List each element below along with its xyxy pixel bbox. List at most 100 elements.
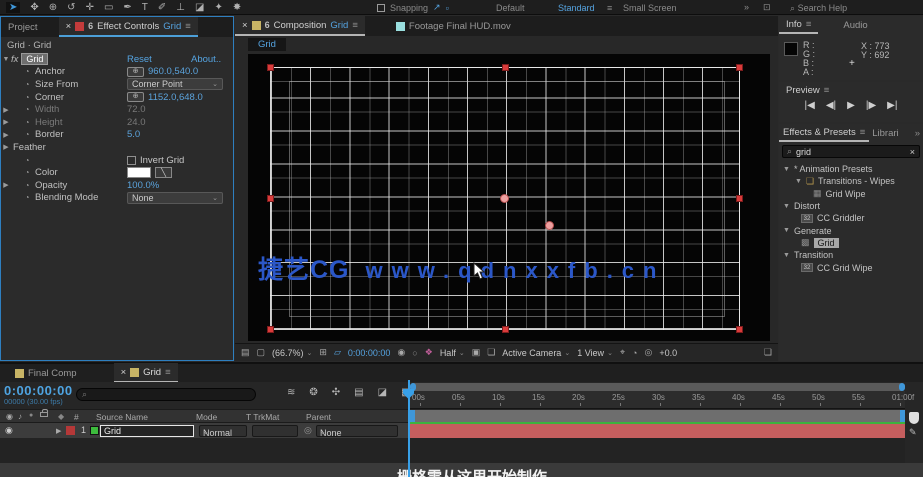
tab-effect-controls[interactable]: × 6 Effect Controls Grid ≡ — [59, 17, 198, 37]
twirl-icon[interactable]: ▶ — [1, 131, 11, 139]
shape-tool-icon[interactable]: ▭ — [104, 2, 113, 13]
tree-folder-transitions-wipes[interactable]: ▼ ❏ Transitions - Wipes — [779, 175, 923, 187]
tree-item-grid[interactable]: ▩ Grid — [779, 237, 923, 249]
clone-stamp-tool-icon[interactable]: ⊥ — [176, 2, 185, 13]
shy-icon[interactable] — [909, 412, 919, 424]
magnification-dropdown[interactable]: (66.7%)⌄ — [272, 348, 312, 358]
close-icon[interactable]: × — [121, 367, 127, 378]
view-camera-dropdown[interactable]: Active Camera⌄ — [502, 348, 570, 358]
reset-exposure-icon[interactable]: ◎ — [644, 347, 652, 358]
border-value[interactable]: 5.0 — [127, 129, 140, 140]
clear-search-icon[interactable]: × — [910, 147, 915, 157]
grid-effect-layer[interactable] — [270, 67, 740, 330]
size-from-dropdown[interactable]: Corner Point⌄ — [127, 78, 223, 90]
layer-twirl-icon[interactable]: ▶ — [56, 427, 61, 435]
layer-handle-tl[interactable] — [267, 64, 274, 71]
timeline-search-field[interactable]: ⌕ — [76, 388, 256, 401]
tab-info[interactable]: Info≡ — [779, 16, 818, 34]
help-search[interactable]: ⌕ Search Help — [790, 3, 847, 14]
panel-menu-icon[interactable]: ≡ — [165, 367, 171, 378]
show-snapshot-icon[interactable]: ○ — [412, 348, 417, 358]
tab-effects-presets[interactable]: Effects & Presets≡ — [779, 124, 869, 142]
layer-label-chip[interactable] — [66, 426, 75, 435]
point-target-icon[interactable]: ⊕ — [127, 92, 144, 102]
tab-preview[interactable]: Preview≡ — [779, 82, 836, 98]
layer-trkmat-dropdown[interactable] — [252, 425, 298, 437]
first-frame-button[interactable]: |◀ — [805, 100, 815, 111]
twirl-icon[interactable]: ▼ — [783, 203, 790, 210]
eraser-icon[interactable]: ◪ — [378, 387, 387, 398]
stopwatch-icon[interactable]: ◔ — [21, 80, 33, 89]
navigator-end-handle[interactable] — [899, 383, 905, 391]
tree-item-cc-grid-wipe[interactable]: 32 CC Grid Wipe — [779, 261, 923, 273]
layer-visibility-icon[interactable]: ◉ — [5, 425, 13, 436]
tab-audio[interactable]: Audio — [836, 16, 874, 34]
trkmat-header[interactable]: T TrkMat — [246, 412, 279, 422]
workspace-default[interactable]: Default — [496, 3, 525, 13]
eraser-tool-icon[interactable]: ◪ — [195, 2, 204, 13]
time-navigator-bar[interactable] — [410, 383, 905, 391]
panel-menu-icon[interactable]: ≡ — [352, 20, 358, 31]
tree-group-animation-presets[interactable]: ▼ * Animation Presets — [779, 163, 923, 175]
fast-previews-icon[interactable]: ◔ — [632, 348, 637, 358]
grid-guides-icon[interactable]: ⊞ — [319, 347, 327, 358]
mask-visibility-icon[interactable]: ▱ — [334, 347, 341, 358]
tab-footage[interactable]: Footage Final HUD.mov — [389, 16, 518, 36]
blending-mode-dropdown[interactable]: None⌄ — [127, 192, 223, 204]
anchor-value[interactable]: 960.0,540.0 — [148, 66, 198, 77]
type-tool-icon[interactable]: T — [142, 2, 148, 13]
twirl-icon[interactable]: ▼ — [783, 227, 790, 234]
region-of-interest-icon[interactable]: ▣ — [472, 347, 481, 358]
about-button[interactable]: About.. — [191, 54, 221, 65]
tree-item-grid-wipe[interactable]: ▦ Grid Wipe — [779, 188, 923, 200]
selection-tool-icon[interactable]: ➤ — [6, 2, 20, 13]
layer-duration-bar[interactable] — [410, 424, 905, 438]
stopwatch-icon[interactable]: ◔ — [21, 168, 33, 177]
parent-header[interactable]: Parent — [306, 412, 331, 422]
tree-group-distort[interactable]: ▼ Distort — [779, 200, 923, 212]
motion-blur-icon[interactable]: ❂ — [309, 387, 317, 398]
panel-menu-icon[interactable]: ≡ — [824, 85, 830, 96]
twirl-icon[interactable]: ▼ — [795, 178, 802, 185]
pen-tool-icon[interactable]: ✒ — [123, 2, 131, 13]
twirl-icon[interactable]: ▼ — [1, 56, 11, 63]
layer-row[interactable]: ◉ ▶ 1 Grid Normal⌄ ◎ None⌄ — [0, 423, 410, 438]
tab-grid-timeline[interactable]: × Grid ≡ — [114, 363, 178, 383]
layer-handle-tc[interactable] — [502, 64, 509, 71]
snap-modifier-icon[interactable]: ↗ — [433, 2, 441, 13]
opacity-value[interactable]: 100.0% — [127, 180, 159, 191]
pencil-icon[interactable]: ✎ — [909, 427, 917, 438]
twirl-icon[interactable]: ▶ — [1, 143, 11, 151]
timeline-ruler[interactable]: 00s05s10s15s20s25s30s35s40s45s50s55s01:0… — [410, 391, 905, 409]
stopwatch-icon[interactable]: ◔ — [21, 67, 33, 76]
tab-composition[interactable]: × 6 Composition Grid ≡ — [235, 16, 365, 36]
view-layout-icon[interactable]: ▤ — [241, 347, 250, 358]
current-time-display[interactable]: 0:00:00:00 — [4, 383, 73, 398]
layer-handle-bl[interactable] — [267, 326, 274, 333]
rotation-tool-icon[interactable]: ↺ — [67, 2, 75, 13]
twirl-icon[interactable]: ▼ — [783, 252, 790, 259]
anchor-control-point[interactable] — [500, 194, 509, 203]
play-button[interactable]: ▶ — [847, 100, 855, 111]
mini-flowchart-icon[interactable]: ≋ — [287, 387, 295, 398]
brush-tool-icon[interactable]: ✐ — [158, 2, 166, 13]
corner-value[interactable]: 1152.0,648.0 — [148, 92, 203, 103]
tab-project[interactable]: Project — [1, 17, 45, 37]
viewer-breadcrumb[interactable]: Grid — [248, 38, 286, 51]
panel-overflow-icon[interactable]: » — [915, 128, 923, 139]
workspace-small-screen[interactable]: Small Screen — [623, 3, 677, 13]
next-frame-button[interactable]: |▶ — [866, 100, 876, 111]
layer-handle-tr[interactable] — [736, 64, 743, 71]
pan-behind-tool-icon[interactable]: ✛ — [86, 2, 94, 13]
invert-grid-checkbox[interactable] — [127, 156, 136, 165]
view-count-dropdown[interactable]: 1 View⌄ — [577, 348, 613, 358]
layer-name-input[interactable]: Grid — [100, 425, 194, 437]
mode-header[interactable]: Mode — [196, 412, 217, 422]
comp-timecode[interactable]: 0:00:00:00 — [348, 348, 391, 358]
corner-control-point[interactable] — [545, 221, 554, 230]
composition-viewport[interactable]: 捷艺CGwww.qdnxxfb.cn — [248, 54, 770, 341]
layer-parent-dropdown[interactable]: None⌄ — [316, 425, 398, 437]
roto-brush-tool-icon[interactable]: ✦ — [214, 2, 222, 13]
workspace-menu-icon[interactable]: ≡ — [607, 3, 612, 13]
monitor-icon[interactable]: ▢ — [257, 347, 266, 358]
